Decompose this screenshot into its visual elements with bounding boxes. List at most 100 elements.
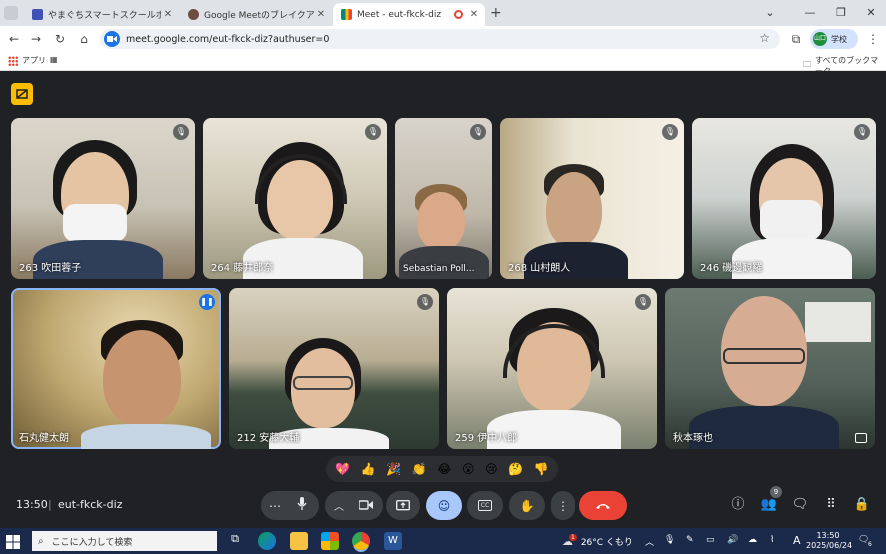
edge-icon[interactable]: [258, 532, 276, 550]
tab-label: Meet - eut-fkck-diz: [357, 9, 442, 20]
reaction-party[interactable]: 🎉: [386, 462, 401, 476]
present-button[interactable]: [386, 491, 420, 520]
tray-pen-icon[interactable]: ✎: [686, 535, 694, 545]
search-icon: ⌕: [38, 535, 44, 547]
minimize-button[interactable]: —: [795, 3, 825, 23]
captions-icon: CC: [477, 500, 493, 511]
taskbar-search-box[interactable]: ⌕ ここに入力して検索: [32, 531, 217, 551]
weather-widget[interactable]: ☁ 1 26°C くもり: [562, 534, 633, 548]
extensions-icon[interactable]: ⧉: [787, 30, 805, 48]
apps-bookmark[interactable]: アプリ: [8, 55, 46, 66]
reaction-clap[interactable]: 👏: [412, 462, 427, 476]
reaction-heart[interactable]: 💖: [335, 462, 350, 476]
tab-label: Google Meetのブレイクアウトル...: [204, 11, 314, 21]
address-bar[interactable]: meet.google.com/eut-fkck-diz?authuser=0 …: [100, 29, 780, 49]
browser-tab-strip: やまぐちスマートスクールポータルサイト ✕ Google Meetのブレイクアウ…: [0, 0, 886, 26]
reaction-thinking[interactable]: 🤔: [508, 462, 523, 476]
profile-chip[interactable]: 山口 学校: [810, 29, 858, 49]
reload-icon[interactable]: ↻: [51, 30, 69, 48]
tab-portal[interactable]: やまぐちスマートスクールポータルサイト ✕: [24, 3, 179, 26]
participant-tile[interactable]: 🎙 212 安藤大輔: [229, 288, 439, 449]
search-placeholder: ここに入力して検索: [51, 537, 133, 548]
site-info-icon[interactable]: [104, 31, 120, 47]
recording-indicator-icon: [454, 10, 463, 19]
volume-icon[interactable]: 🔊: [727, 535, 738, 545]
participant-name: 212 安藤大輔: [237, 433, 300, 444]
tab-groups-icon[interactable]: ▦: [50, 55, 58, 64]
reactions-button[interactable]: ☺: [426, 491, 462, 520]
tab-list-icon[interactable]: ⌄: [755, 3, 785, 23]
network-icon[interactable]: ⌇: [770, 535, 774, 545]
participant-name: 石丸健太朗: [19, 433, 69, 444]
store-icon[interactable]: [321, 532, 339, 550]
participant-tile[interactable]: 🎙 259 伊中八郎: [447, 288, 657, 449]
forward-icon[interactable]: →: [27, 30, 45, 48]
bookmark-star-icon[interactable]: ☆: [759, 31, 770, 45]
camera-options-icon[interactable]: ︿: [327, 498, 351, 513]
back-icon[interactable]: ←: [5, 30, 23, 48]
participant-tile[interactable]: 🎙 Sebastian Poll...: [395, 118, 492, 279]
close-tab-icon[interactable]: ✕: [467, 9, 481, 20]
battery-icon[interactable]: ▭: [706, 535, 715, 545]
close-tab-icon[interactable]: ✕: [161, 9, 175, 20]
bookmarks-bar: アプリ ▦ 🗀 すべてのブックマーク: [0, 52, 886, 76]
onedrive-icon[interactable]: ☁: [748, 535, 757, 545]
tab-meet[interactable]: Meet - eut-fkck-diz ✕: [333, 3, 485, 26]
captions-button[interactable]: CC: [467, 491, 503, 520]
ime-indicator[interactable]: A: [793, 534, 801, 547]
tab-search-icon[interactable]: [4, 6, 18, 20]
camera-icon[interactable]: [351, 499, 381, 513]
avatar: 山口: [813, 32, 827, 46]
taskbar-clock[interactable]: 13:50 2025/06/24: [806, 531, 852, 551]
microphone-icon[interactable]: [287, 497, 317, 514]
mask-shape: [760, 200, 822, 240]
leave-call-button[interactable]: [579, 491, 627, 520]
reaction-sad[interactable]: 😢: [485, 462, 498, 476]
reaction-thumbs-up[interactable]: 👍: [361, 462, 376, 476]
camera-controls: ︿: [325, 491, 383, 520]
participant-name: 246 磯邊観羅: [700, 263, 763, 274]
raise-hand-button[interactable]: ✋: [509, 491, 545, 520]
meeting-details-icon[interactable]: ⓘ: [729, 496, 747, 514]
weather-text: 26°C くもり: [580, 538, 633, 548]
participant-tile-speaking[interactable]: ❚❚ 石丸健太朗: [11, 288, 221, 449]
reaction-thumbs-down[interactable]: 👎: [534, 462, 549, 476]
new-tab-button[interactable]: +: [490, 5, 502, 21]
word-icon[interactable]: W: [384, 532, 402, 550]
close-tab-icon[interactable]: ✕: [314, 9, 328, 20]
participant-tile[interactable]: 🎙 264 藤井郎奈: [203, 118, 387, 279]
windows-start-icon[interactable]: [6, 534, 20, 549]
maximize-button[interactable]: ❐: [826, 3, 856, 23]
participant-tile[interactable]: 🎙 268 山村朗人: [500, 118, 684, 279]
home-icon[interactable]: ⌂: [75, 30, 93, 48]
participant-tile[interactable]: 秋本琢也: [665, 288, 875, 449]
browser-toolbar: ← → ↻ ⌂ meet.google.com/eut-fkck-diz?aut…: [0, 26, 886, 52]
host-controls-icon[interactable]: 🔒: [853, 496, 871, 514]
chat-icon[interactable]: 🗨: [791, 496, 809, 514]
reaction-surprised[interactable]: 😮: [462, 462, 475, 476]
mic-controls: ⋯: [261, 491, 319, 520]
close-window-button[interactable]: ✕: [856, 3, 886, 23]
task-view-icon[interactable]: ⧉: [226, 532, 244, 550]
participant-tile[interactable]: 🎙 246 磯邊観羅: [692, 118, 876, 279]
help-favicon-icon: [188, 9, 199, 20]
people-icon[interactable]: 👥: [760, 496, 778, 514]
meeting-time: 13:50: [16, 498, 48, 511]
participant-tile[interactable]: 🎙 263 吹田蓉子: [11, 118, 195, 279]
reaction-laugh[interactable]: 😂: [437, 462, 451, 476]
chrome-icon[interactable]: [352, 532, 370, 550]
tray-chevron-icon[interactable]: ︿: [645, 535, 654, 548]
pin-view-icon[interactable]: [855, 433, 867, 443]
tab-meet-breakout[interactable]: Google Meetのブレイクアウトル... ✕: [180, 3, 332, 26]
mic-off-icon: 🎙: [635, 294, 651, 310]
presentation-off-icon[interactable]: [11, 83, 33, 105]
activities-icon[interactable]: ⠿: [822, 496, 840, 514]
tray-mic-icon[interactable]: 🎙: [664, 535, 675, 545]
mic-off-icon: 🎙: [417, 294, 433, 310]
more-options-button[interactable]: ⋮: [551, 491, 575, 520]
mic-options-icon[interactable]: ⋯: [263, 499, 287, 513]
mask-shape: [63, 204, 127, 242]
menu-kebab-icon[interactable]: ⋮: [864, 30, 882, 48]
file-explorer-icon[interactable]: [290, 532, 308, 550]
glasses-shape: [293, 376, 353, 390]
